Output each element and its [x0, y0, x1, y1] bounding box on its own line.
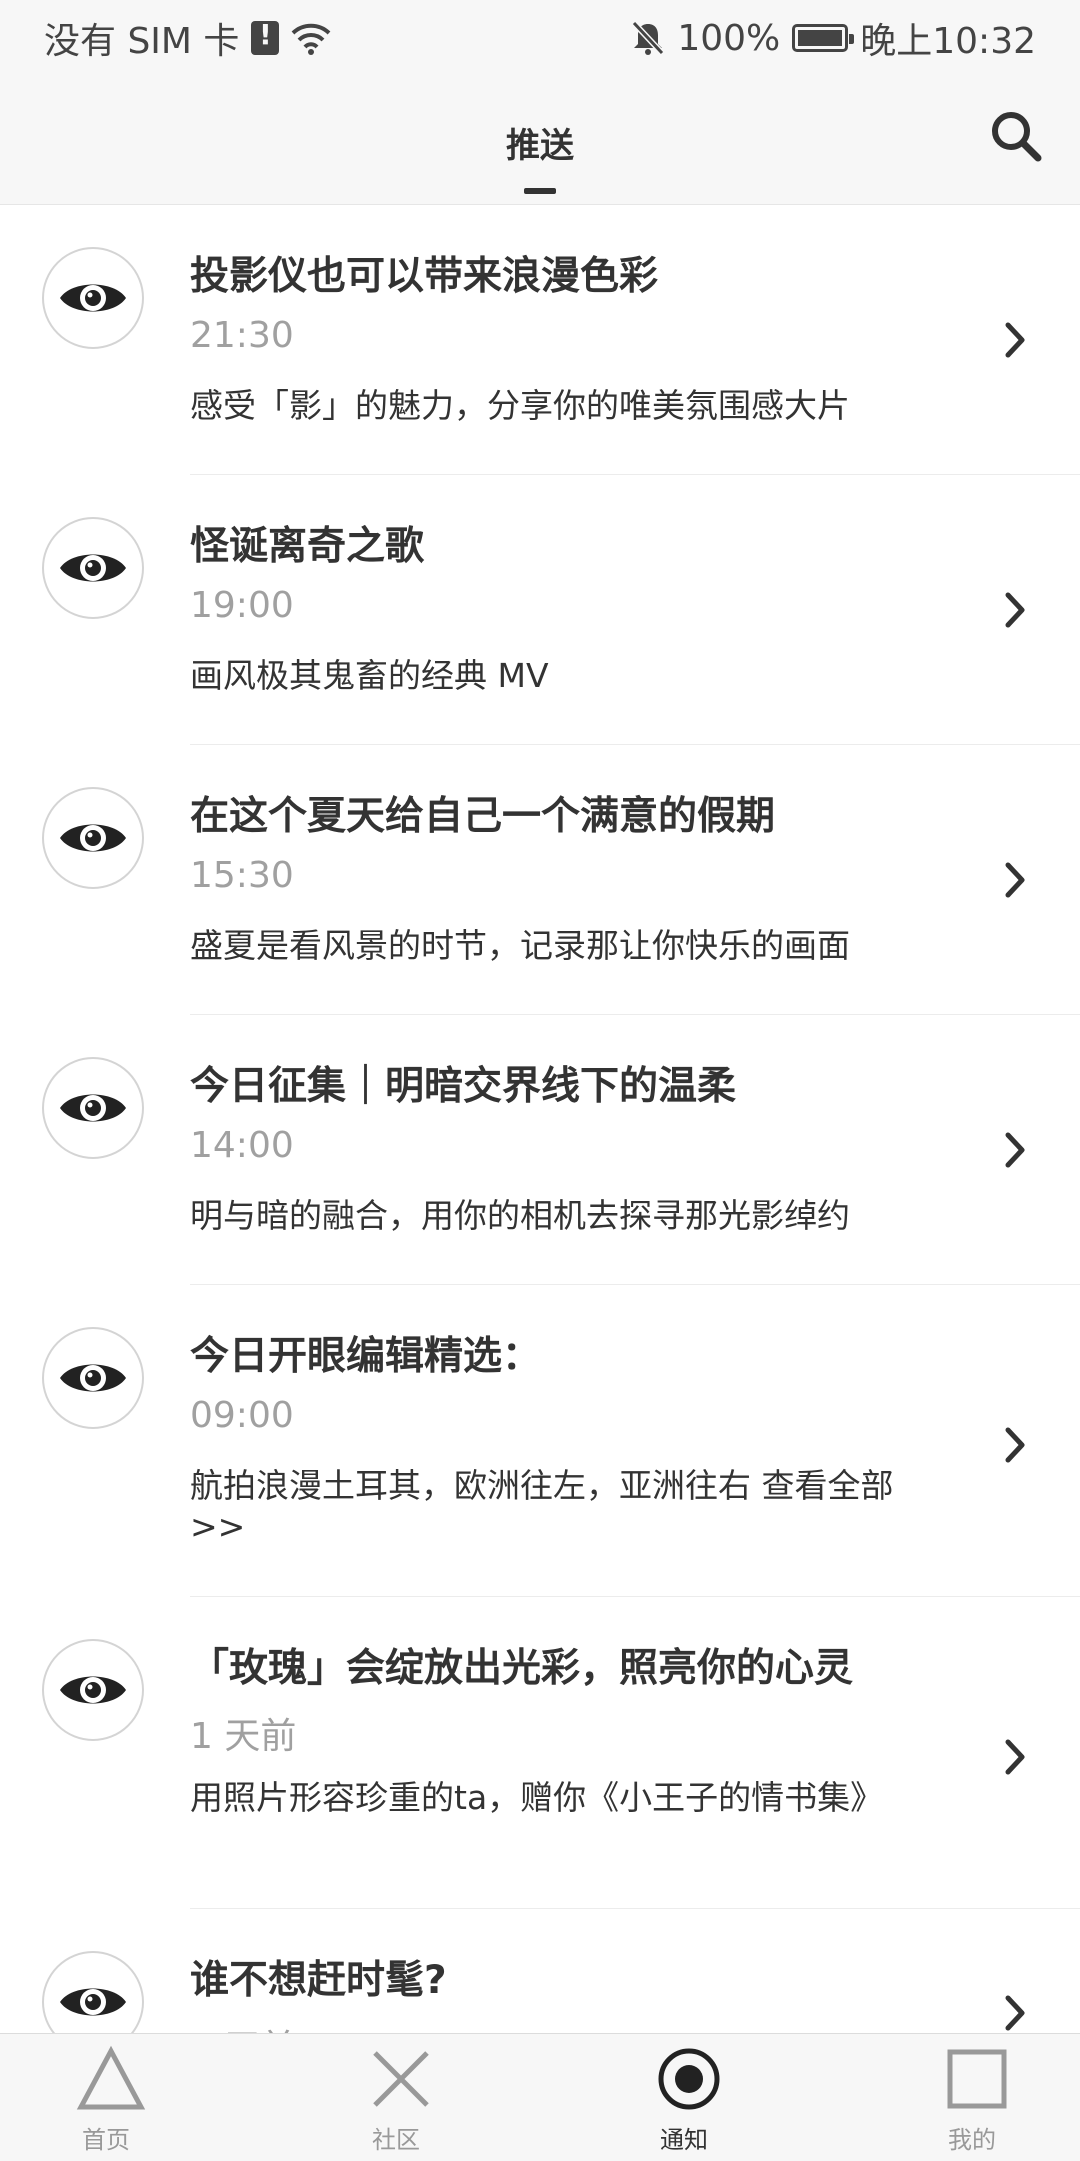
header: 推送: [0, 76, 1080, 205]
notification-item[interactable]: 今日开眼编辑精选： 09:00 航拍浪漫土耳其，欧洲往左，亚洲往右 查看全部>>: [0, 1285, 1080, 1597]
notification-item[interactable]: 「玫瑰」会绽放出光彩，照亮你的心灵 1 天前用照片形容珍重的ta，赠你《小王子的情…: [0, 1597, 1080, 1909]
item-description: 明与暗的融合，用你的相机去探寻那光影绰约: [190, 1196, 850, 1235]
item-description: 用照片形容珍重的ta，赠你《小王子的情书集》: [190, 1778, 884, 1817]
notification-item[interactable]: 投影仪也可以带来浪漫色彩 21:30 感受「影」的魅力，分享你的唯美氛围感大片: [0, 205, 1080, 475]
item-title: 谁不想赶时髦?: [190, 1958, 447, 2003]
avatar: [42, 247, 144, 349]
cross-icon: [373, 2051, 429, 2107]
notification-item[interactable]: 今日征集｜明暗交界线下的温柔 14:00 明与暗的融合，用你的相机去探寻那光影绰约: [0, 1015, 1080, 1285]
battery-icon: [792, 24, 855, 52]
notification-item[interactable]: 怪诞离奇之歌 19:00 画风极其鬼畜的经典 MV: [0, 475, 1080, 745]
chevron-right-icon[interactable]: [1000, 319, 1030, 361]
tab-home[interactable]: 首页: [6, 2034, 206, 2161]
item-time: 09:00: [190, 1395, 294, 1436]
notification-item[interactable]: 在这个夏天给自己一个满意的假期 15:30 盛夏是看风景的时节，记录那让你快乐的画面: [0, 745, 1080, 1015]
eye-icon: [60, 1364, 126, 1392]
eye-icon: [60, 284, 126, 312]
tab-profile[interactable]: 我的: [872, 2034, 1072, 2161]
bell-muted-icon: [632, 20, 665, 56]
item-title: 今日征集｜明暗交界线下的温柔: [190, 1064, 737, 1109]
battery-text: 100%: [677, 17, 781, 59]
eye-icon: [60, 1094, 126, 1122]
avatar: [42, 1057, 144, 1159]
clock-text: 晚上10:32: [860, 21, 1036, 62]
tab-label-notifications: 通知: [660, 2126, 708, 2154]
avatar: [42, 787, 144, 889]
triangle-icon: [76, 2045, 146, 2110]
avatar: [42, 1327, 144, 1429]
chevron-right-icon[interactable]: [1000, 859, 1030, 901]
avatar: [42, 517, 144, 619]
chevron-right-icon[interactable]: [1000, 1736, 1030, 1778]
carrier-text: 没有 SIM 卡: [44, 21, 240, 62]
status-left: 没有 SIM 卡: [44, 12, 331, 64]
avatar: [42, 1639, 144, 1741]
item-description: 盛夏是看风景的时节，记录那让你快乐的画面: [190, 926, 850, 965]
status-right: 100% 晚上10:32: [631, 12, 1036, 64]
item-time: 1 天前: [190, 1716, 297, 1757]
item-title: 今日开眼编辑精选：: [190, 1334, 542, 1379]
status-bar: 没有 SIM 卡 100% 晚上10:32: [0, 0, 1080, 76]
chevron-right-icon[interactable]: [1000, 1424, 1030, 1466]
eye-icon: [60, 554, 126, 582]
tab-label-community: 社区: [372, 2126, 420, 2154]
tab-notifications[interactable]: 通知: [584, 2034, 784, 2161]
title-underline: [524, 188, 556, 194]
chevron-right-icon[interactable]: [1000, 1992, 1030, 2034]
item-description: 画风极其鬼畜的经典 MV: [190, 656, 549, 695]
eye-icon: [60, 1988, 126, 2016]
eye-icon: [60, 824, 126, 852]
page-title: 推送: [506, 126, 574, 166]
item-time: 21:30: [190, 315, 294, 356]
item-description: 航拍浪漫土耳其，欧洲往左，亚洲往右 查看全部>>: [190, 1466, 894, 1546]
item-title: 怪诞离奇之歌: [190, 524, 425, 569]
tab-label-profile: 我的: [948, 2126, 996, 2154]
tab-label-home: 首页: [82, 2126, 130, 2154]
item-description: 感受「影」的魅力，分享你的唯美氛围感大片: [190, 386, 850, 425]
chevron-right-icon[interactable]: [1000, 1129, 1030, 1171]
search-icon[interactable]: [986, 106, 1046, 166]
item-time: 19:00: [190, 585, 294, 626]
wifi-icon: [292, 23, 331, 55]
item-time: 14:00: [190, 1125, 294, 1166]
item-time: 15:30: [190, 855, 294, 896]
sim-alert-icon: [251, 18, 280, 55]
item-title: 「玫瑰」会绽放出光彩，照亮你的心灵: [190, 1646, 854, 1691]
chevron-right-icon[interactable]: [1000, 589, 1030, 631]
square-icon: [947, 2049, 1007, 2109]
tab-community[interactable]: 社区: [296, 2034, 496, 2161]
bottom-nav: 首页 社区 通知 我的: [0, 2033, 1080, 2161]
eye-icon: [60, 1676, 126, 1704]
circle-dot-icon: [658, 2048, 720, 2110]
item-title: 在这个夏天给自己一个满意的假期: [190, 794, 776, 839]
item-title: 投影仪也可以带来浪漫色彩: [190, 254, 659, 299]
